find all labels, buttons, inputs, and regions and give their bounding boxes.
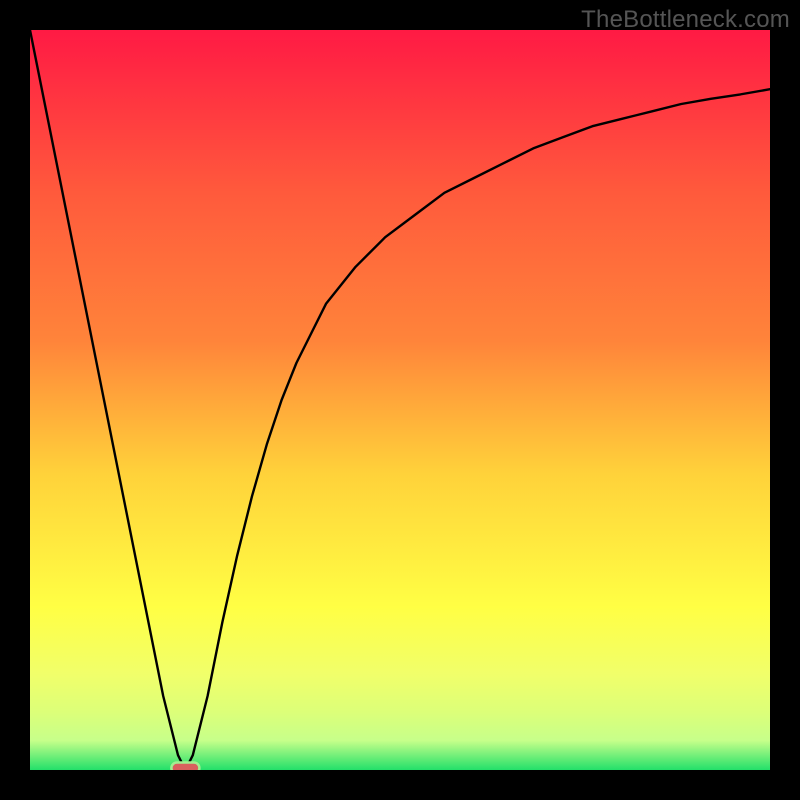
plot-area <box>30 30 770 770</box>
chart-svg <box>30 30 770 770</box>
watermark-text: TheBottleneck.com <box>581 6 790 34</box>
gradient-background <box>30 30 770 770</box>
chart-frame: TheBottleneck.com <box>0 0 800 800</box>
minimum-marker <box>171 763 199 771</box>
